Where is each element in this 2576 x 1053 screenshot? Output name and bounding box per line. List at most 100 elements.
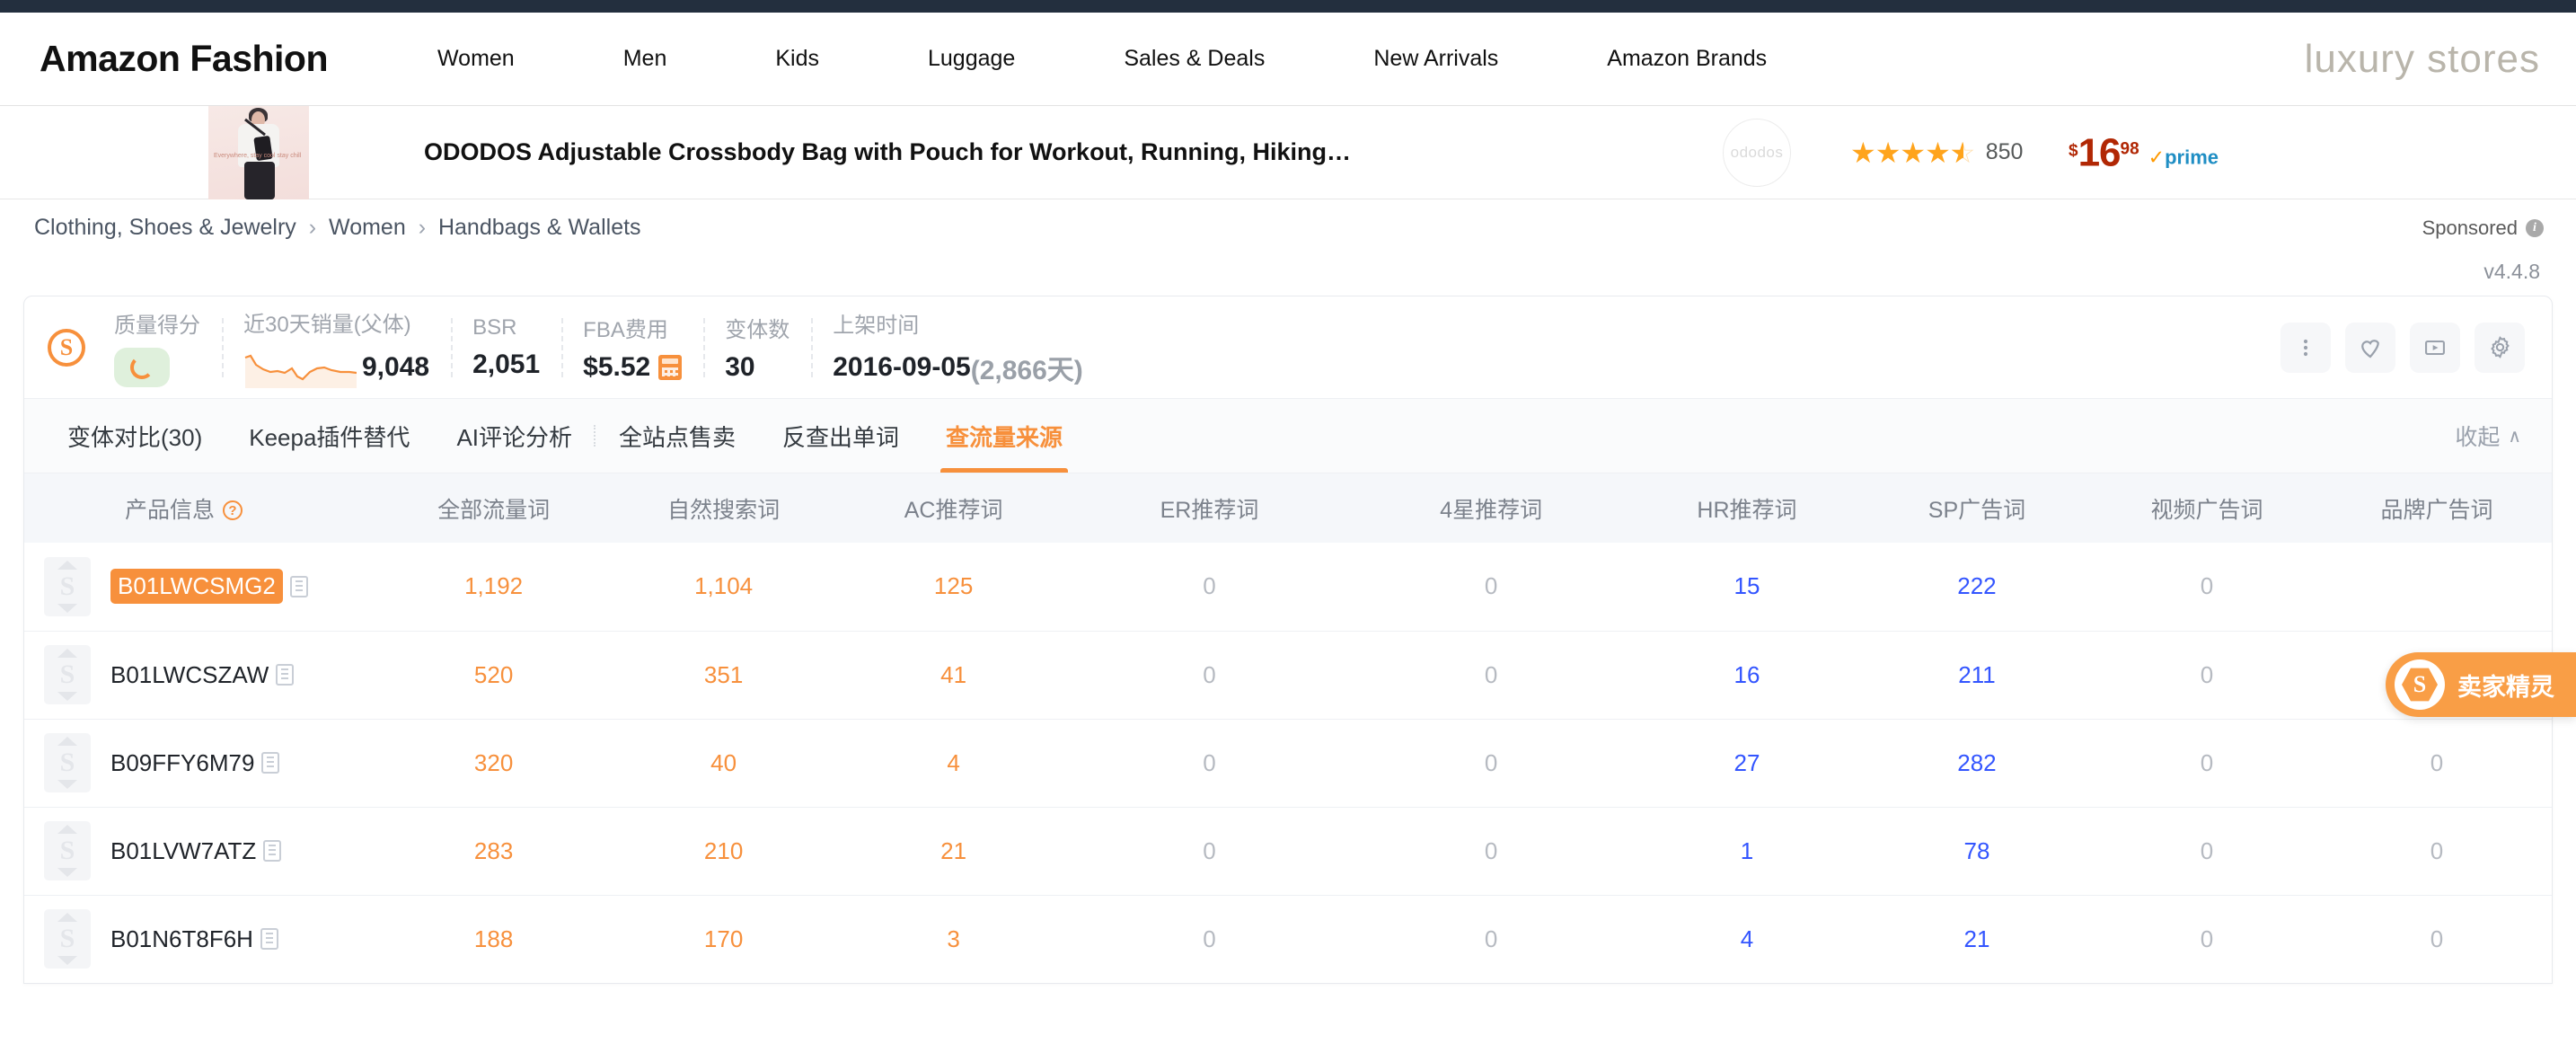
tab-variation-compare[interactable]: 变体对比(30): [44, 399, 225, 473]
tab-ai-review-analysis[interactable]: AI评论分析: [433, 399, 595, 473]
cell-sp-ads[interactable]: 282: [1862, 719, 2092, 807]
arrow-down-icon: [57, 604, 77, 613]
cell-hr-recommend[interactable]: 1: [1632, 807, 1862, 895]
nav-link-sales-deals[interactable]: Sales & Deals: [1115, 46, 1274, 72]
asin-label[interactable]: B01LVW7ATZ: [110, 837, 256, 865]
kebab-menu-glyph: [2294, 336, 2317, 359]
breadcrumb-item-0[interactable]: Clothing, Shoes & Jewelry: [34, 215, 296, 240]
copy-icon[interactable]: [260, 928, 278, 950]
kebab-menu-icon[interactable]: [2280, 323, 2331, 373]
col-organic-search[interactable]: 自然搜索词: [609, 473, 839, 543]
luxury-stores-logo[interactable]: luxury stores: [2305, 37, 2540, 82]
cell-ac-recommend[interactable]: 3: [839, 895, 1069, 983]
info-icon[interactable]: i: [2526, 219, 2544, 237]
sponsored-product-title[interactable]: ODODOS Adjustable Crossbody Bag with Pou…: [424, 138, 1351, 166]
col-er-recommend[interactable]: ER推荐词: [1069, 473, 1351, 543]
cell-hr-recommend[interactable]: 4: [1632, 895, 1862, 983]
table-row[interactable]: S B01N6T8F6H 188 170 3 0 0 4 21 0: [24, 895, 2552, 983]
breadcrumb-item-1[interactable]: Women: [329, 215, 406, 240]
cell-all-traffic[interactable]: 320: [379, 719, 609, 807]
cell-all-traffic[interactable]: 188: [379, 895, 609, 983]
cell-hr-recommend[interactable]: 15: [1632, 543, 1862, 631]
price-currency: $: [2069, 141, 2078, 161]
asin-label[interactable]: B01N6T8F6H: [110, 925, 253, 953]
cell-4star-recommend: 0: [1350, 631, 1632, 719]
col-brand-ads[interactable]: 品牌广告词: [2322, 473, 2552, 543]
help-icon[interactable]: ?: [223, 500, 243, 520]
tab-reverse-keyword-lookup[interactable]: 反查出单词: [759, 399, 922, 473]
breadcrumb-item-2[interactable]: Handbags & Wallets: [438, 215, 641, 240]
cell-brand-ads: 0: [2322, 807, 2552, 895]
cell-organic-search[interactable]: 1,104: [609, 543, 839, 631]
col-hr-recommend[interactable]: HR推荐词: [1632, 473, 1862, 543]
cell-organic-search[interactable]: 170: [609, 895, 839, 983]
asin-label[interactable]: B01LWCSMG2: [110, 569, 283, 604]
col-all-traffic[interactable]: 全部流量词: [379, 473, 609, 543]
tab-global-marketplace-sales[interactable]: 全站点售卖: [595, 399, 759, 473]
cell-product-info: S B09FFY6M79: [24, 719, 379, 807]
cell-organic-search[interactable]: 351: [609, 631, 839, 719]
gear-icon[interactable]: [2475, 323, 2525, 373]
metric-value-sales-wrap: 9,048: [243, 347, 429, 388]
copy-icon[interactable]: [276, 664, 294, 686]
cell-sp-ads[interactable]: 78: [1862, 807, 2092, 895]
calculator-icon[interactable]: [658, 355, 682, 380]
col-video-ads[interactable]: 视频广告词: [2092, 473, 2322, 543]
tab-traffic-source[interactable]: 查流量来源: [922, 399, 1086, 473]
half-star-icon: ☆★: [1950, 138, 1977, 167]
cell-all-traffic[interactable]: 1,192: [379, 543, 609, 631]
nav-link-women[interactable]: Women: [428, 46, 524, 72]
col-sp-ads[interactable]: SP广告词: [1862, 473, 2092, 543]
nav-link-kids[interactable]: Kids: [766, 46, 828, 72]
table-row[interactable]: S B09FFY6M79 320 40 4 0 0 27 282 0: [24, 719, 2552, 807]
metric-label-sales: 近30天销量(父体): [243, 306, 429, 338]
collapse-panel-button[interactable]: 收起 ∧: [2455, 420, 2521, 452]
cell-hr-recommend[interactable]: 16: [1632, 631, 1862, 719]
cell-4star-recommend: 0: [1350, 807, 1632, 895]
cell-organic-search[interactable]: 210: [609, 807, 839, 895]
table-header: 产品信息? 全部流量词 自然搜索词 AC推荐词 ER推荐词 4星推荐词 HR推荐…: [24, 473, 2552, 543]
cell-ac-recommend[interactable]: 4: [839, 719, 1069, 807]
cell-hr-recommend[interactable]: 27: [1632, 719, 1862, 807]
tab-keepa-alternative[interactable]: Keepa插件替代: [225, 399, 433, 473]
copy-icon[interactable]: [263, 840, 281, 862]
table-row[interactable]: S B01LWCSZAW 520 351 41 0 0 16 211: [24, 631, 2552, 719]
nav-link-new-arrivals[interactable]: New Arrivals: [1364, 46, 1507, 72]
asin-label[interactable]: B01LWCSZAW: [110, 661, 269, 689]
asin-label[interactable]: B09FFY6M79: [110, 749, 254, 777]
cell-ac-recommend[interactable]: 21: [839, 807, 1069, 895]
nav-link-amazon-brands[interactable]: Amazon Brands: [1598, 46, 1776, 72]
col-4star-recommend[interactable]: 4星推荐词: [1350, 473, 1632, 543]
table-row[interactable]: S B01LVW7ATZ 283 210 21 0 0 1 78 0: [24, 807, 2552, 895]
prime-label: prime: [2165, 146, 2219, 168]
col-ac-recommend[interactable]: AC推荐词: [839, 473, 1069, 543]
table-row[interactable]: S B01LWCSMG2 1,192 1,104 125 0 0 15 222: [24, 543, 2552, 631]
copy-icon[interactable]: [261, 752, 279, 774]
table-header-row: 产品信息? 全部流量词 自然搜索词 AC推荐词 ER推荐词 4星推荐词 HR推荐…: [24, 473, 2552, 543]
product-cell-wrap: S B01LWCSZAW: [44, 645, 379, 704]
brand-logo-circle[interactable]: ododos: [1723, 119, 1791, 187]
copy-icon[interactable]: [290, 576, 308, 597]
play-box-icon[interactable]: [2410, 323, 2460, 373]
nav-link-men[interactable]: Men: [614, 46, 676, 72]
cell-sp-ads[interactable]: 222: [1862, 543, 2092, 631]
cell-sp-ads[interactable]: 211: [1862, 631, 2092, 719]
cell-sp-ads[interactable]: 21: [1862, 895, 2092, 983]
amazon-fashion-logo[interactable]: Amazon Fashion: [40, 38, 328, 80]
rating-count[interactable]: 850: [1986, 139, 2024, 165]
cell-product-info: S B01LWCSMG2: [24, 543, 379, 631]
col-product-info[interactable]: 产品信息?: [24, 473, 379, 543]
sponsored-product-image[interactable]: Everywhere, stay cool stay chill: [208, 106, 309, 199]
metric-quality-score: 质量得分: [85, 313, 222, 383]
cell-all-traffic[interactable]: 283: [379, 807, 609, 895]
cell-ac-recommend[interactable]: 41: [839, 631, 1069, 719]
cell-ac-recommend[interactable]: 125: [839, 543, 1069, 631]
product-rating[interactable]: ★★★★ ☆★ 850: [1850, 138, 2023, 167]
cell-organic-search[interactable]: 40: [609, 719, 839, 807]
heart-icon[interactable]: [2345, 323, 2395, 373]
variation-rank-badge: S: [44, 645, 91, 704]
seller-sprite-float-button[interactable]: S 卖家精灵: [2386, 652, 2576, 717]
nav-link-luggage[interactable]: Luggage: [919, 46, 1024, 72]
product-price[interactable]: $ 16 98 ✓prime: [2069, 136, 2219, 169]
cell-all-traffic[interactable]: 520: [379, 631, 609, 719]
